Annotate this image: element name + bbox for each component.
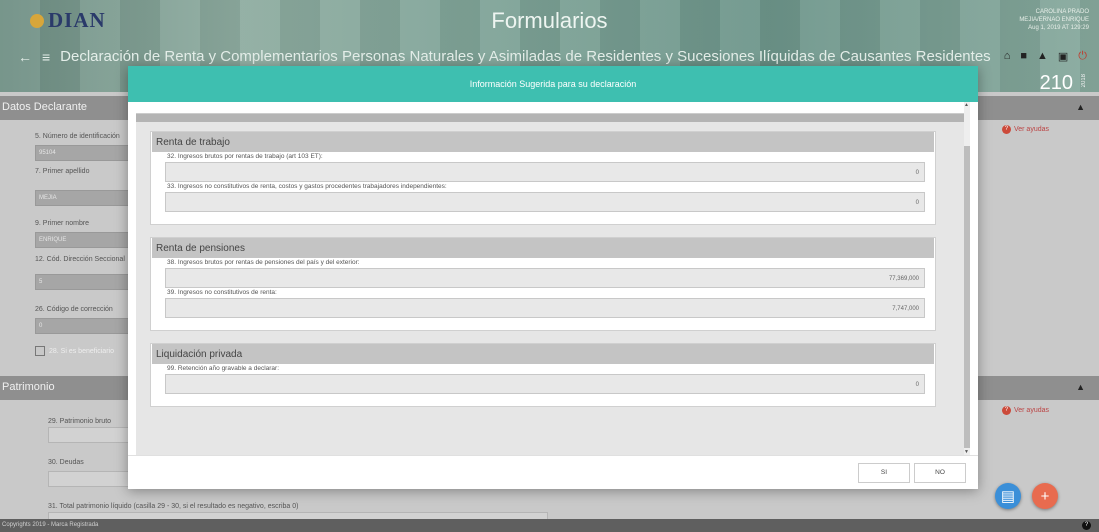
collapse-caret-icon[interactable]: ▲	[1076, 382, 1085, 392]
patrimonio-bruto-field[interactable]	[48, 427, 130, 443]
field-label: 30. Deudas	[48, 459, 84, 466]
folder-icon[interactable]: ■	[1020, 50, 1027, 63]
section-title: Renta de trabajo	[152, 132, 934, 152]
field-label: 9. Primer nombre	[35, 220, 90, 227]
page-footer: Copyrights 2019 - Marca Registrada ?	[0, 519, 1099, 532]
top-toolbar: ⌂ ■ ▲ ▣ ⏻	[1004, 50, 1087, 63]
power-icon[interactable]: ⏻	[1078, 50, 1087, 63]
modal-scrollbar[interactable]: ▲ ▼	[964, 102, 970, 455]
field-32-value: 0	[165, 162, 925, 182]
user-info: CAROLINA PRADO MEJIA/ERNAO ENRIQUE Aug 1…	[1019, 8, 1089, 32]
collapse-caret-icon[interactable]: ▲	[1076, 102, 1085, 112]
calendar-icon[interactable]: ▣	[1058, 50, 1068, 63]
field-label: 32. Ingresos brutos por rentas de trabaj…	[167, 153, 323, 160]
modal-title: Información Sugerida para su declaración	[128, 66, 978, 102]
field-label: 33. Ingresos no constitutivos de renta, …	[167, 183, 447, 190]
section-title: Liquidación privada	[152, 344, 934, 364]
form-number: 210	[1039, 72, 1073, 92]
help-link-label: Ver ayudas	[1013, 126, 1049, 133]
field-label: 38. Ingresos brutos por rentas de pensio…	[167, 259, 360, 266]
scroll-up-icon[interactable]: ▲	[964, 102, 969, 108]
field-label: 99. Retención año gravable a declarar:	[167, 365, 280, 372]
help-icon[interactable]: ?	[1082, 521, 1091, 530]
section-renta-pensiones: Renta de pensiones 38. Ingresos brutos p…	[150, 237, 936, 331]
help-link-datos[interactable]: ? Ver ayudas	[1001, 125, 1049, 134]
field-38-value: 77,369,000	[165, 268, 925, 288]
section-title: Datos Declarante	[2, 101, 87, 113]
field-label: 12. Cód. Dirección Seccional	[35, 256, 125, 263]
correction-code-field[interactable]: 0	[35, 318, 130, 334]
help-link-label: Ver ayudas	[1013, 407, 1049, 414]
question-icon: ?	[1001, 406, 1011, 415]
app-title: Formularios	[491, 8, 608, 33]
section-title: Renta de pensiones	[152, 238, 934, 258]
bell-icon[interactable]: ▲	[1037, 50, 1048, 63]
seccional-code-field[interactable]: 5	[35, 274, 130, 290]
beneficiary-check-row: 28. Si es beneficiario	[35, 346, 114, 356]
section-title: Patrimonio	[2, 381, 55, 393]
field-label: 39. Ingresos no constitutivos de renta:	[167, 289, 277, 296]
previous-card-edge	[136, 102, 966, 114]
form-nav: ← ≡ Declaración de Renta y Complementari…	[18, 48, 991, 65]
menu-icon[interactable]: ≡	[42, 49, 50, 65]
copyright-text: Copyrights 2019 - Marca Registrada	[2, 522, 99, 528]
form-name: Declaración de Renta y Complementarios P…	[60, 48, 991, 65]
question-icon: ?	[1001, 125, 1011, 134]
field-label: 26. Código de corrección	[35, 306, 113, 313]
back-arrow-icon[interactable]: ←	[18, 49, 32, 65]
checkbox-label: 28. Si es beneficiario	[49, 347, 114, 355]
field-33-value: 0	[165, 192, 925, 212]
divider	[136, 114, 966, 122]
modal-content: Renta de trabajo 32. Ingresos brutos por…	[136, 122, 966, 455]
first-name-field[interactable]: ENRIQUE	[35, 232, 130, 248]
no-button[interactable]: NO	[914, 463, 966, 483]
beneficiary-checkbox[interactable]	[35, 346, 45, 356]
field-label: 7. Primer apellido	[35, 168, 90, 175]
add-fab-button[interactable]: +	[1032, 483, 1058, 509]
field-label: 31. Total patrimonio líquido (casilla 29…	[48, 503, 299, 510]
field-label: 29. Patrimonio bruto	[48, 418, 112, 425]
id-number-field[interactable]: 95104	[35, 145, 130, 161]
section-renta-trabajo: Renta de trabajo 32. Ingresos brutos por…	[150, 131, 936, 225]
user-line-3: Aug 1, 2019 AT 129:29	[1028, 25, 1089, 31]
field-99-value: 0	[165, 374, 925, 394]
plus-icon: +	[1040, 487, 1050, 505]
help-link-patrimonio[interactable]: ? Ver ayudas	[1001, 406, 1049, 415]
first-surname-field[interactable]: MEJIA	[35, 190, 130, 206]
home-icon[interactable]: ⌂	[1004, 50, 1011, 63]
section-liquidacion-privada: Liquidación privada 99. Retención año gr…	[150, 343, 936, 407]
scrollbar-thumb[interactable]	[964, 146, 970, 448]
suggested-info-modal: Información Sugerida para su declaración…	[128, 66, 978, 489]
document-fab-button[interactable]: ▤	[995, 483, 1021, 509]
yes-button[interactable]: SI	[858, 463, 910, 483]
document-icon: ▤	[1000, 488, 1016, 505]
modal-body: Renta de trabajo 32. Ingresos brutos por…	[136, 102, 970, 455]
field-label: 5. Número de identificación	[35, 133, 120, 140]
user-line-2: MEJIA/ERNAO ENRIQUE	[1019, 17, 1089, 23]
form-year: 2018	[1081, 74, 1087, 88]
field-39-value: 7,747,000	[165, 298, 925, 318]
modal-footer: SI NO	[128, 455, 978, 489]
user-line-1: CAROLINA PRADO	[1035, 9, 1089, 15]
